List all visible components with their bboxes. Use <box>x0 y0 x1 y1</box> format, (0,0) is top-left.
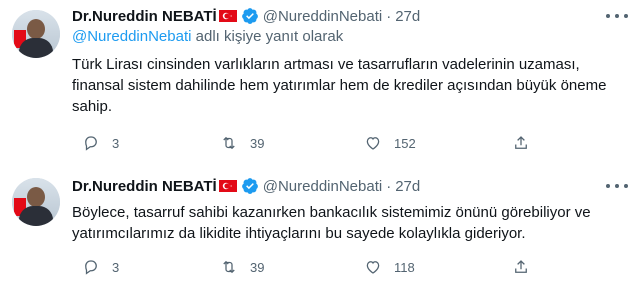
reply-count: 3 <box>112 135 120 151</box>
tweet-text: Böylece, tasarruf sahibi kazanırken bank… <box>72 204 591 242</box>
turkish-flag-icon <box>218 10 237 22</box>
tweet-header: Dr.Nureddin NEBATİ @NureddinNebati · 27d <box>72 176 420 196</box>
like-button[interactable]: 118 <box>364 258 415 276</box>
more-icon[interactable] <box>606 8 628 24</box>
retweet-button[interactable]: 39 <box>220 134 264 152</box>
like-icon <box>366 261 380 274</box>
tweet-header: Dr.Nureddin NEBATİ @NureddinNebati · 27d <box>72 6 420 26</box>
retweet-count: 39 <box>250 259 265 275</box>
share-button[interactable] <box>512 258 530 276</box>
reply-button[interactable]: 3 <box>82 134 119 152</box>
share-button[interactable] <box>512 134 530 152</box>
retweet-icon <box>223 136 235 150</box>
reply-mention-link[interactable]: @NureddinNebati <box>72 28 191 45</box>
author-handle[interactable]: @NureddinNebati <box>263 8 382 25</box>
like-button[interactable]: 152 <box>364 134 416 152</box>
reply-context: @NureddinNebati adlı kişiye yanıt olarak <box>72 28 343 45</box>
author-handle[interactable]: @NureddinNebati <box>263 178 382 195</box>
retweet-count: 39 <box>250 135 265 151</box>
like-count: 152 <box>394 135 416 151</box>
share-icon <box>515 136 527 149</box>
avatar[interactable] <box>12 178 60 226</box>
reply-button[interactable]: 3 <box>82 258 119 276</box>
more-icon[interactable] <box>606 178 628 194</box>
retweet-button[interactable]: 39 <box>220 258 264 276</box>
verified-icon <box>241 7 259 25</box>
tweet-1[interactable]: Dr.Nureddin NEBATİ @NureddinNebati · 27d… <box>0 6 640 156</box>
reply-icon <box>85 136 97 151</box>
author-name[interactable]: Dr.Nureddin NEBATİ <box>72 178 217 195</box>
tweet-actions: 3 39 152 <box>72 134 542 154</box>
reply-context-label: adlı kişiye yanıt olarak <box>191 28 344 45</box>
tweet-2[interactable]: Dr.Nureddin NEBATİ @NureddinNebati · 27d… <box>0 176 640 282</box>
turkish-flag-icon <box>218 180 237 192</box>
timestamp[interactable]: 27d <box>395 178 420 195</box>
author-name[interactable]: Dr.Nureddin NEBATİ <box>72 8 217 25</box>
like-count: 118 <box>394 259 415 275</box>
separator-dot: · <box>386 7 392 25</box>
avatar[interactable] <box>12 10 60 58</box>
verified-icon <box>241 177 259 195</box>
retweet-icon <box>223 260 235 274</box>
like-icon <box>366 137 380 150</box>
share-icon <box>515 260 527 273</box>
separator-dot: · <box>386 177 392 195</box>
tweet-text: Türk Lirası cinsinden varlıkların artmas… <box>72 56 607 115</box>
tweet-actions: 3 39 118 <box>72 258 542 278</box>
reply-icon <box>85 260 97 275</box>
timestamp[interactable]: 27d <box>395 8 420 25</box>
reply-count: 3 <box>112 259 120 275</box>
